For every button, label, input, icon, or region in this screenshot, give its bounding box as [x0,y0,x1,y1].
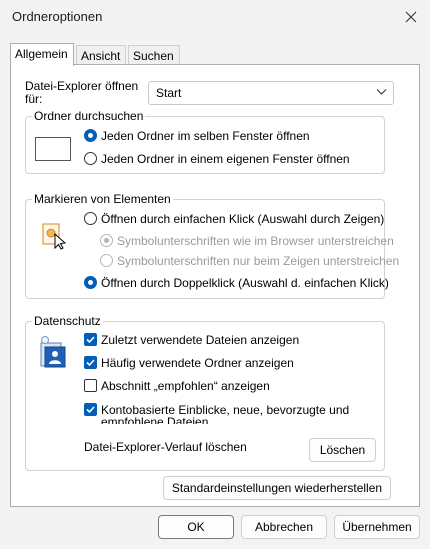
browse-folders-group: Ordner durchsuchen Jeden Ordner im selbe… [25,109,385,174]
explorer-open-label: Datei-Explorer öffnen [25,79,139,93]
cancel-button[interactable]: Abbrechen [241,515,327,539]
folder-options-dialog: Ordneroptionen Allgemein Ansicht Suchen … [0,0,430,549]
clear-history-label: Datei-Explorer-Verlauf löschen [84,440,247,454]
close-button[interactable] [398,4,424,30]
title-bar[interactable]: Ordneroptionen [0,0,430,34]
radio-underline-browser-label[interactable]: Symbolunterschriften wie im Browser unte… [117,234,394,248]
click-items-group: Markieren von Elementen Öffnen durch ein… [25,192,399,299]
explorer-open-select[interactable]: Start [148,81,394,105]
radio-single-click-label[interactable]: Öffnen durch einfachen Klick (Auswahl du… [101,212,384,226]
tab-label: Suchen [133,49,174,63]
checkbox-account-insights[interactable] [84,403,97,416]
browse-folders-legend: Ordner durchsuchen [32,109,146,123]
window-preview-icon [35,137,71,161]
checkbox-recommended-section-label[interactable]: Abschnitt „empfohlen“ anzeigen [101,379,270,393]
checkmark-icon [86,406,95,414]
radio-single-click[interactable] [84,212,97,225]
click-items-legend: Markieren von Elementen [32,192,173,206]
checkbox-recent-files[interactable] [84,333,97,346]
restore-defaults-button[interactable]: Standardeinstellungen wiederherstellen [163,476,391,500]
clear-history-button[interactable]: Löschen [309,438,376,462]
tab-label: Ansicht [81,49,121,63]
chevron-down-icon [376,89,387,95]
ok-button[interactable]: OK [158,515,234,539]
pointer-click-icon [42,223,67,250]
explorer-open-label-for: für: [25,92,43,106]
checkbox-frequent-folders-label[interactable]: Häufig verwendete Ordner anzeigen [101,356,294,370]
radio-double-click-label[interactable]: Öffnen durch Doppelklick (Auswahl d. ein… [101,276,389,290]
tab-label: Allgemein [15,47,68,61]
close-icon [405,11,417,23]
tab-allgemein[interactable]: Allgemein [10,43,74,66]
tab-suchen[interactable]: Suchen [128,45,180,65]
checkbox-frequent-folders[interactable] [84,356,97,369]
privacy-users-icon [40,336,66,368]
checkmark-icon [86,359,95,367]
explorer-open-value: Start [156,86,182,100]
privacy-legend: Datenschutz [32,314,103,328]
radio-same-window-label[interactable]: Jeden Ordner im selben Fenster öffnen [101,129,310,143]
radio-same-window[interactable] [84,129,97,142]
checkmark-icon [86,336,95,344]
window-title: Ordneroptionen [12,9,103,24]
checkbox-recent-files-label[interactable]: Zuletzt verwendete Dateien anzeigen [101,333,299,347]
radio-underline-browser[interactable] [100,234,113,247]
checkbox-recommended-section[interactable] [84,379,97,392]
privacy-group: Datenschutz Zuletzt verwendete Dateien a… [25,314,385,471]
radio-double-click[interactable] [84,276,97,289]
tab-panel-allgemein: Datei-Explorer öffnen für: Start Ordner … [10,64,420,507]
tab-ansicht[interactable]: Ansicht [76,45,126,65]
radio-new-window[interactable] [84,152,97,165]
apply-button[interactable]: Übernehmen [334,515,420,539]
radio-underline-hover[interactable] [100,254,113,267]
radio-new-window-label[interactable]: Jeden Ordner in einem eigenen Fenster öf… [101,152,350,166]
checkbox-account-insights-label-line2[interactable]: empfohlene Dateien [101,415,208,424]
radio-underline-hover-label[interactable]: Symbolunterschriften nur beim Zeigen unt… [117,254,399,268]
